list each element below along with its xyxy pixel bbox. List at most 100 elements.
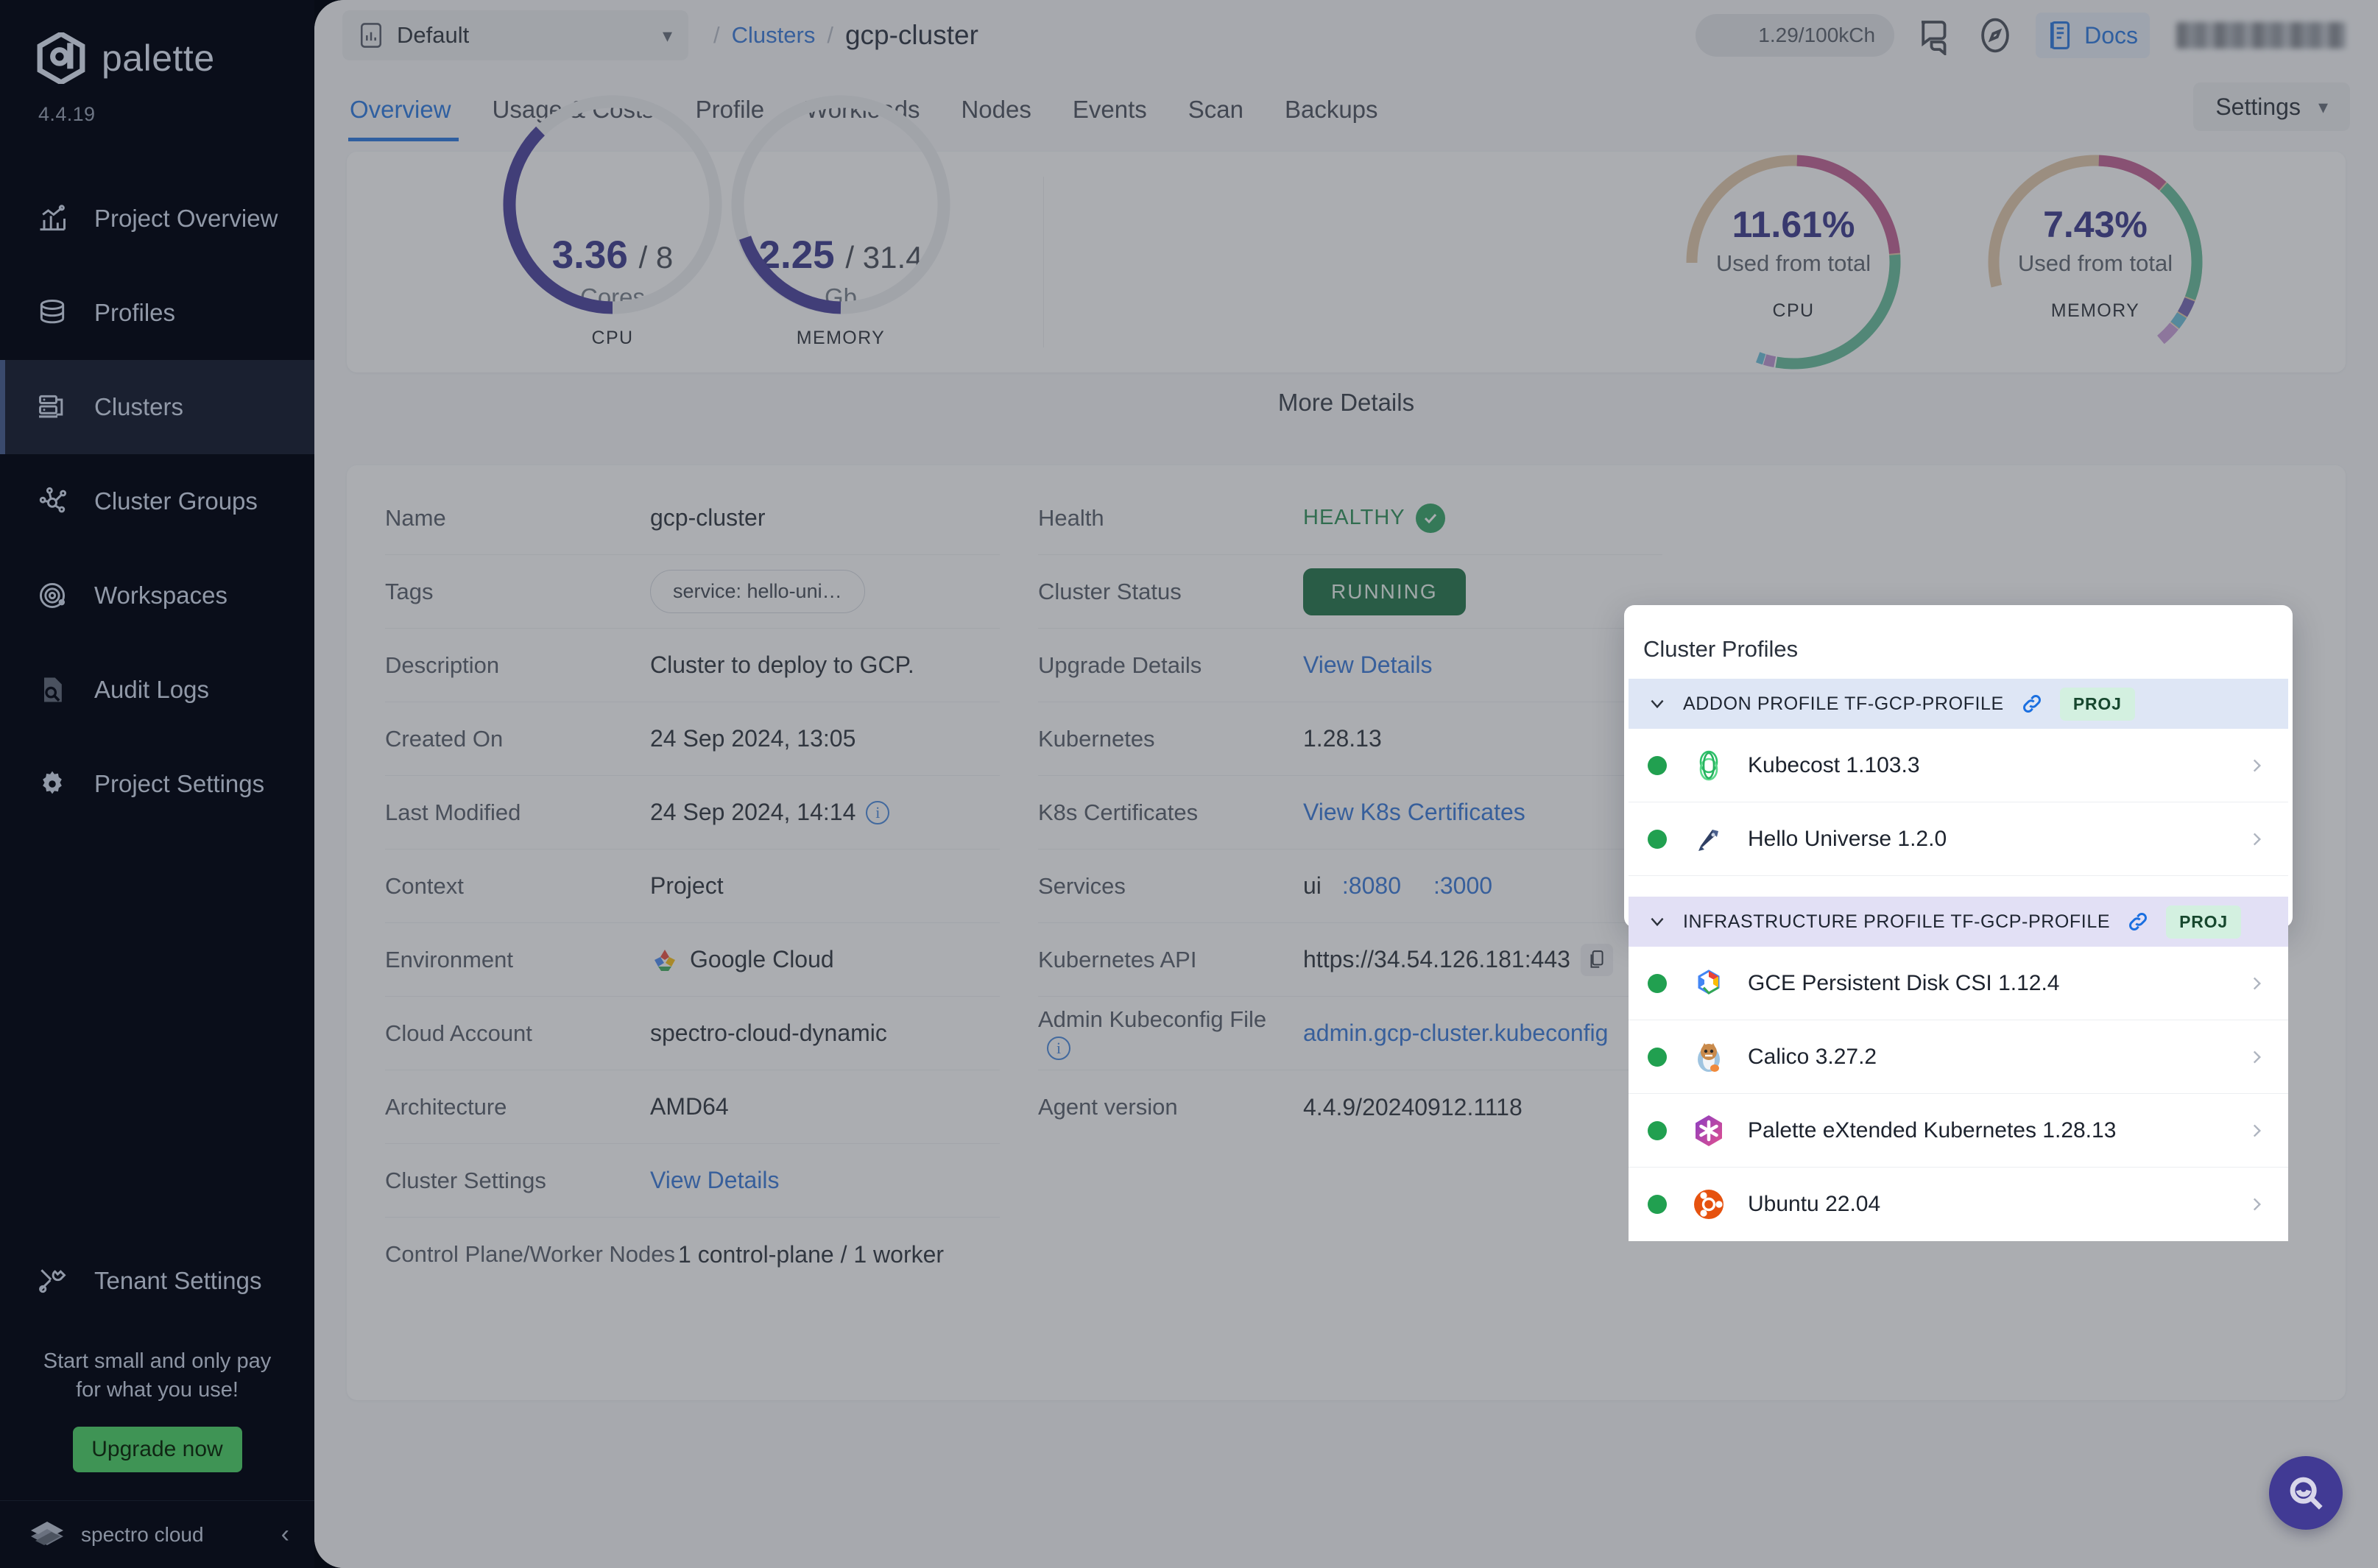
- profile-pack-row[interactable]: Hello Universe 1.2.0: [1629, 802, 2288, 876]
- project-selector[interactable]: Default ▾: [342, 10, 688, 60]
- view-k8s-certificates-link[interactable]: View K8s Certificates: [1303, 799, 1525, 826]
- breadcrumb-clusters-link[interactable]: Clusters: [732, 22, 816, 49]
- service-port-8080[interactable]: :8080: [1342, 872, 1401, 900]
- link-icon[interactable]: [2126, 910, 2150, 933]
- detail-label: Created On: [385, 725, 504, 752]
- detail-row-kubernetes: Kubernetes 1.28.13: [1038, 702, 1662, 776]
- check-icon: [1415, 503, 1445, 533]
- breadcrumb-separator: /: [713, 22, 720, 48]
- profile-pack-name: Ubuntu 22.04: [1748, 1192, 1881, 1216]
- metrics-divider: [1043, 177, 1044, 347]
- gauge-memory: 2.25 / 31.4 Gb MEMORY: [727, 95, 955, 349]
- detail-label: K8s Certificates: [1038, 799, 1199, 825]
- profile-pack-row[interactable]: Ubuntu 22.04: [1629, 1168, 2288, 1241]
- detail-value: HEALTHY: [1303, 503, 1445, 533]
- status-dot-icon: [1648, 755, 1667, 775]
- detail-row-health: Health HEALTHY: [1038, 481, 1662, 555]
- profile-pack-row[interactable]: Kubecost 1.103.3: [1629, 729, 2288, 802]
- sidebar-item-clusters[interactable]: Clusters: [0, 360, 314, 454]
- tab-nodes[interactable]: Nodes: [940, 96, 1051, 141]
- profile-pack-row[interactable]: Palette eXtended Kubernetes 1.28.13: [1629, 1094, 2288, 1168]
- cpu-donut-percent: 11.61%: [1732, 203, 1855, 245]
- detail-row-last-modified: Last Modified 24 Sep 2024, 14:14 i: [385, 776, 1000, 850]
- tab-scan[interactable]: Scan: [1168, 96, 1264, 141]
- book-icon: [2050, 21, 2070, 49]
- profile-group-infrastructure[interactable]: INFRASTRUCTURE PROFILE TF-GCP-PROFILE PR…: [1629, 897, 2288, 947]
- status-dot-icon: [1648, 1120, 1667, 1140]
- profile-group-addon[interactable]: ADDON PROFILE TF-GCP-PROFILE PROJ: [1629, 679, 2288, 729]
- chat-icon[interactable]: [1915, 15, 1955, 57]
- profile-pack-name: GCE Persistent Disk CSI 1.12.4: [1748, 970, 2060, 995]
- link-icon[interactable]: [2020, 692, 2044, 716]
- topbar-actions: 1.29/100kCh Docs: [1696, 13, 2346, 58]
- layers-icon: [35, 296, 69, 330]
- profile-pack-row[interactable]: GCE Persistent Disk CSI 1.12.4: [1629, 947, 2288, 1020]
- settings-button[interactable]: Settings ▾: [2193, 82, 2350, 131]
- upgrade-now-button[interactable]: Upgrade now: [72, 1427, 242, 1472]
- tab-overview[interactable]: Overview: [342, 96, 472, 141]
- detail-row-cluster-status: Cluster Status RUNNING: [1038, 555, 1662, 629]
- chevron-down-icon: ▾: [662, 24, 672, 46]
- status-dot-icon: [1648, 1195, 1667, 1214]
- cluster-settings-view-details-link[interactable]: View Details: [650, 1167, 779, 1194]
- tag-chip[interactable]: service: hello-uni…: [650, 570, 865, 613]
- sidebar-item-label: Tenant Settings: [94, 1266, 262, 1294]
- detail-row-created-on: Created On 24 Sep 2024, 13:05: [385, 702, 1000, 776]
- cpu-donut-caption: CPU: [1772, 300, 1815, 321]
- more-details-link[interactable]: More Details: [314, 372, 2378, 439]
- profile-scope-badge: PROJ: [2166, 905, 2241, 939]
- brand-logo[interactable]: palette: [0, 0, 314, 84]
- search-fab-button[interactable]: [2269, 1456, 2343, 1530]
- usage-chip[interactable]: 1.29/100kCh: [1696, 14, 1895, 57]
- profile-pack-row[interactable]: Calico 3.27.2: [1629, 1020, 2288, 1094]
- sidebar-item-workspaces[interactable]: Workspaces: [0, 548, 314, 643]
- sidebar-item-tenant-settings[interactable]: Tenant Settings: [0, 1234, 314, 1328]
- status-dot-icon: [1648, 829, 1667, 849]
- cpu-donut-subtitle: Used from total: [1715, 250, 1871, 276]
- search-icon: [2290, 1477, 2323, 1510]
- memory-donut-subtitle: Used from total: [2017, 250, 2173, 276]
- copy-icon[interactable]: [1580, 943, 1613, 976]
- detail-row-cloud-account: Cloud Account spectro-cloud-dynamic: [385, 997, 1000, 1070]
- detail-label: Control Plane/Worker Nodes: [385, 1241, 675, 1267]
- chevron-right-icon: [2253, 1124, 2262, 1137]
- detail-value: 4.4.9/20240912.1118: [1303, 1093, 1523, 1120]
- detail-value: AMD64: [650, 1093, 729, 1120]
- detail-row-agent-version: Agent version 4.4.9/20240912.1118: [1038, 1070, 1662, 1144]
- detail-value: service: hello-uni…: [650, 570, 865, 613]
- detail-label: Upgrade Details: [1038, 651, 1202, 678]
- profile-group-label: ADDON PROFILE TF-GCP-PROFILE: [1683, 693, 2004, 714]
- chevron-down-icon: ▾: [2318, 95, 2328, 118]
- upgrade-details-link[interactable]: View Details: [1303, 651, 1432, 679]
- collapse-sidebar-icon[interactable]: ‹: [281, 1520, 289, 1549]
- info-icon[interactable]: i: [1047, 1036, 1070, 1060]
- settings-label: Settings: [2215, 93, 2301, 120]
- cpu-gauge-arc: [503, 95, 722, 314]
- sidebar-item-project-settings[interactable]: Project Settings: [0, 737, 314, 831]
- detail-row-tags: Tags service: hello-uni…: [385, 555, 1000, 629]
- sidebar-item-label: Profiles: [94, 299, 176, 326]
- tab-backups[interactable]: Backups: [1264, 96, 1399, 141]
- document-search-icon: [35, 673, 69, 707]
- tab-events[interactable]: Events: [1052, 96, 1168, 141]
- compass-icon[interactable]: [1975, 15, 2015, 55]
- sidebar-item-audit-logs[interactable]: Audit Logs: [0, 643, 314, 737]
- sidebar-nav: Project Overview Profiles Clusters Clust…: [0, 172, 314, 831]
- admin-kubeconfig-label: Admin Kubeconfig File: [1038, 1006, 1267, 1032]
- info-icon[interactable]: i: [866, 800, 890, 824]
- sidebar-item-cluster-groups[interactable]: Cluster Groups: [0, 454, 314, 548]
- service-port-3000[interactable]: :3000: [1433, 872, 1492, 900]
- breadcrumb: / Clusters / gcp-cluster: [713, 20, 978, 51]
- profile-pack-name: Kubecost 1.103.3: [1748, 752, 1920, 777]
- status-dot-icon: [1648, 973, 1667, 993]
- chevron-right-icon: [2253, 759, 2262, 771]
- admin-kubeconfig-file-link[interactable]: admin.gcp-cluster.kubeconfig: [1303, 1020, 1608, 1047]
- app-version: 4.4.19: [38, 103, 96, 125]
- user-account-name[interactable]: [2176, 22, 2346, 49]
- cluster-profiles-body: Cluster Profiles ADDON PROFILE TF-GCP-PR…: [1624, 605, 2293, 1241]
- sidebar-item-project-overview[interactable]: Project Overview: [0, 172, 314, 266]
- sidebar-item-profiles[interactable]: Profiles: [0, 266, 314, 360]
- docs-button[interactable]: Docs: [2036, 13, 2150, 58]
- tools-icon: [35, 1264, 69, 1298]
- detail-value: Google Cloud: [650, 946, 834, 973]
